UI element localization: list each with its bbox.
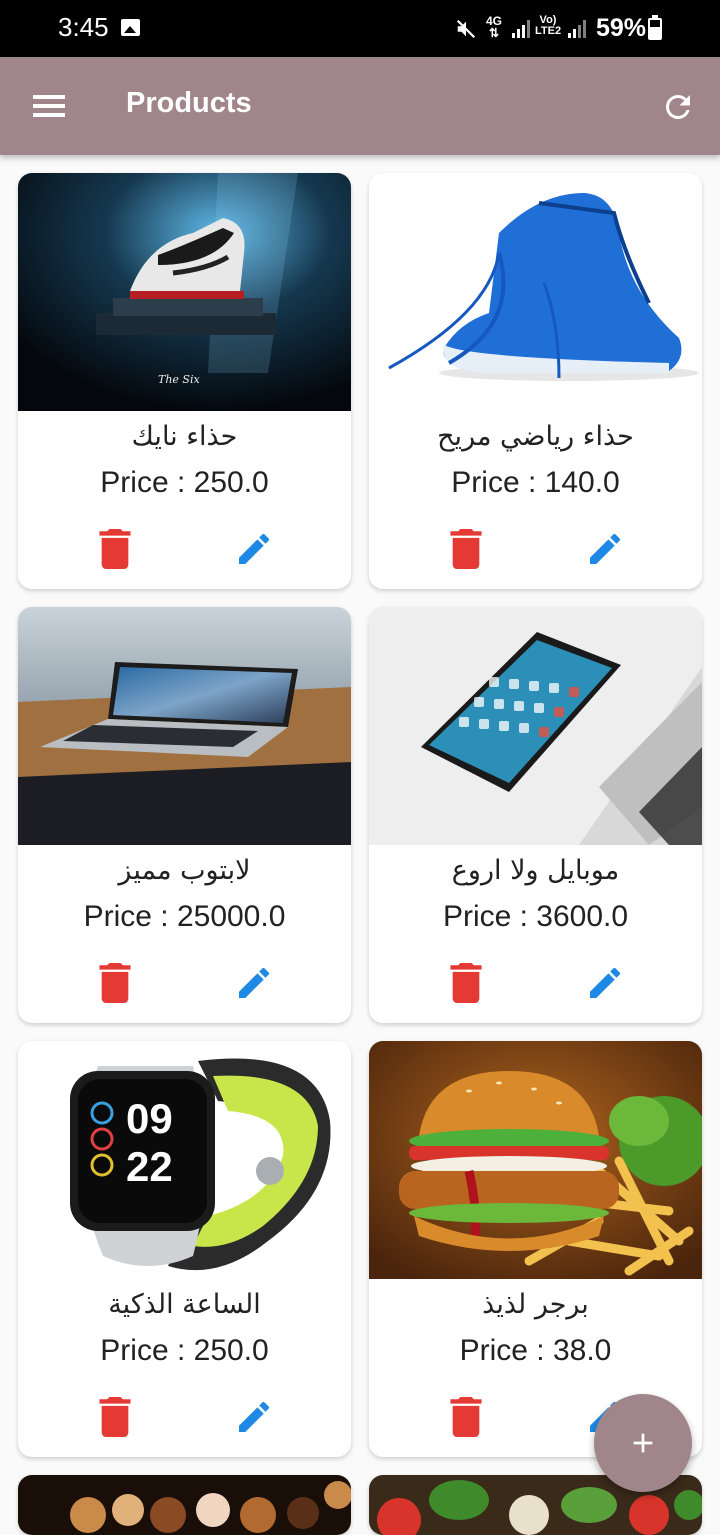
product-name: الساعة الذكية [108, 1289, 261, 1320]
battery-icon [648, 15, 662, 40]
edit-icon[interactable] [585, 529, 625, 569]
edit-icon[interactable] [234, 963, 274, 1003]
refresh-icon[interactable] [660, 89, 696, 125]
delete-icon[interactable] [449, 1397, 483, 1437]
product-price: Price : 25000.0 [83, 900, 286, 933]
burger-image [369, 1041, 702, 1279]
product-grid: The Six حذاء نايك Price : 250.0 حذاء ريا… [18, 173, 704, 1535]
smartphone-image [369, 607, 702, 845]
product-card[interactable]: The Six حذاء نايك Price : 250.0 [18, 173, 351, 589]
edit-icon[interactable] [234, 529, 274, 569]
signal-icon [512, 20, 530, 38]
delete-icon[interactable] [98, 1397, 132, 1437]
delete-icon[interactable] [449, 529, 483, 569]
volte-label: Vo) LTE2 [535, 14, 562, 37]
donuts-image [18, 1475, 351, 1535]
status-time: 3:45 [58, 12, 109, 42]
blue-running-shoe-image [369, 173, 702, 411]
product-card[interactable]: 09 22 الساعة الذكية Price : 250.0 [18, 1041, 351, 1457]
product-price: Price : 140.0 [451, 466, 620, 499]
svg-text:22: 22 [126, 1143, 173, 1190]
battery-percent: 59% [596, 14, 647, 42]
edit-icon[interactable] [234, 1397, 274, 1437]
product-price: Price : 250.0 [100, 466, 269, 499]
svg-text:09: 09 [126, 1095, 173, 1142]
delete-icon[interactable] [449, 963, 483, 1003]
product-card[interactable]: حذاء رياضي مريح Price : 140.0 [369, 173, 702, 589]
smartwatch-image: 09 22 [18, 1041, 351, 1279]
add-button[interactable] [594, 1394, 692, 1492]
product-name: لابتوب مميز [118, 855, 251, 886]
nike-shoe-image: The Six [18, 173, 351, 411]
gallery-icon [121, 19, 140, 36]
product-name: حذاء نايك [131, 421, 238, 452]
product-card[interactable] [18, 1475, 351, 1535]
product-price: Price : 3600.0 [442, 900, 629, 933]
product-name: برجر لذيذ [482, 1289, 589, 1320]
page-title: Products [126, 87, 252, 119]
app-bar: Products [0, 57, 720, 155]
edit-icon[interactable] [585, 963, 625, 1003]
product-card[interactable]: لابتوب مميز Price : 25000.0 [18, 607, 351, 1023]
menu-icon[interactable] [33, 95, 65, 117]
laptop-image [18, 607, 351, 845]
network-label: 4G [486, 14, 503, 28]
product-price: Price : 250.0 [100, 1334, 269, 1367]
mute-icon [455, 18, 477, 46]
delete-icon[interactable] [98, 529, 132, 569]
signal-icon-2 [568, 20, 586, 38]
delete-icon[interactable] [98, 963, 132, 1003]
status-bar: 3:45 4G ⇅ Vo) LTE2 59% [0, 0, 720, 57]
product-price: Price : 38.0 [459, 1334, 612, 1367]
svg-text:The Six: The Six [158, 373, 200, 386]
product-name: حذاء رياضي مريح [437, 421, 634, 452]
product-name: موبايل ولا اروع [451, 855, 620, 886]
product-card[interactable]: موبايل ولا اروع Price : 3600.0 [369, 607, 702, 1023]
network-type: 4G ⇅ [486, 14, 503, 40]
add-icon [633, 1433, 653, 1453]
